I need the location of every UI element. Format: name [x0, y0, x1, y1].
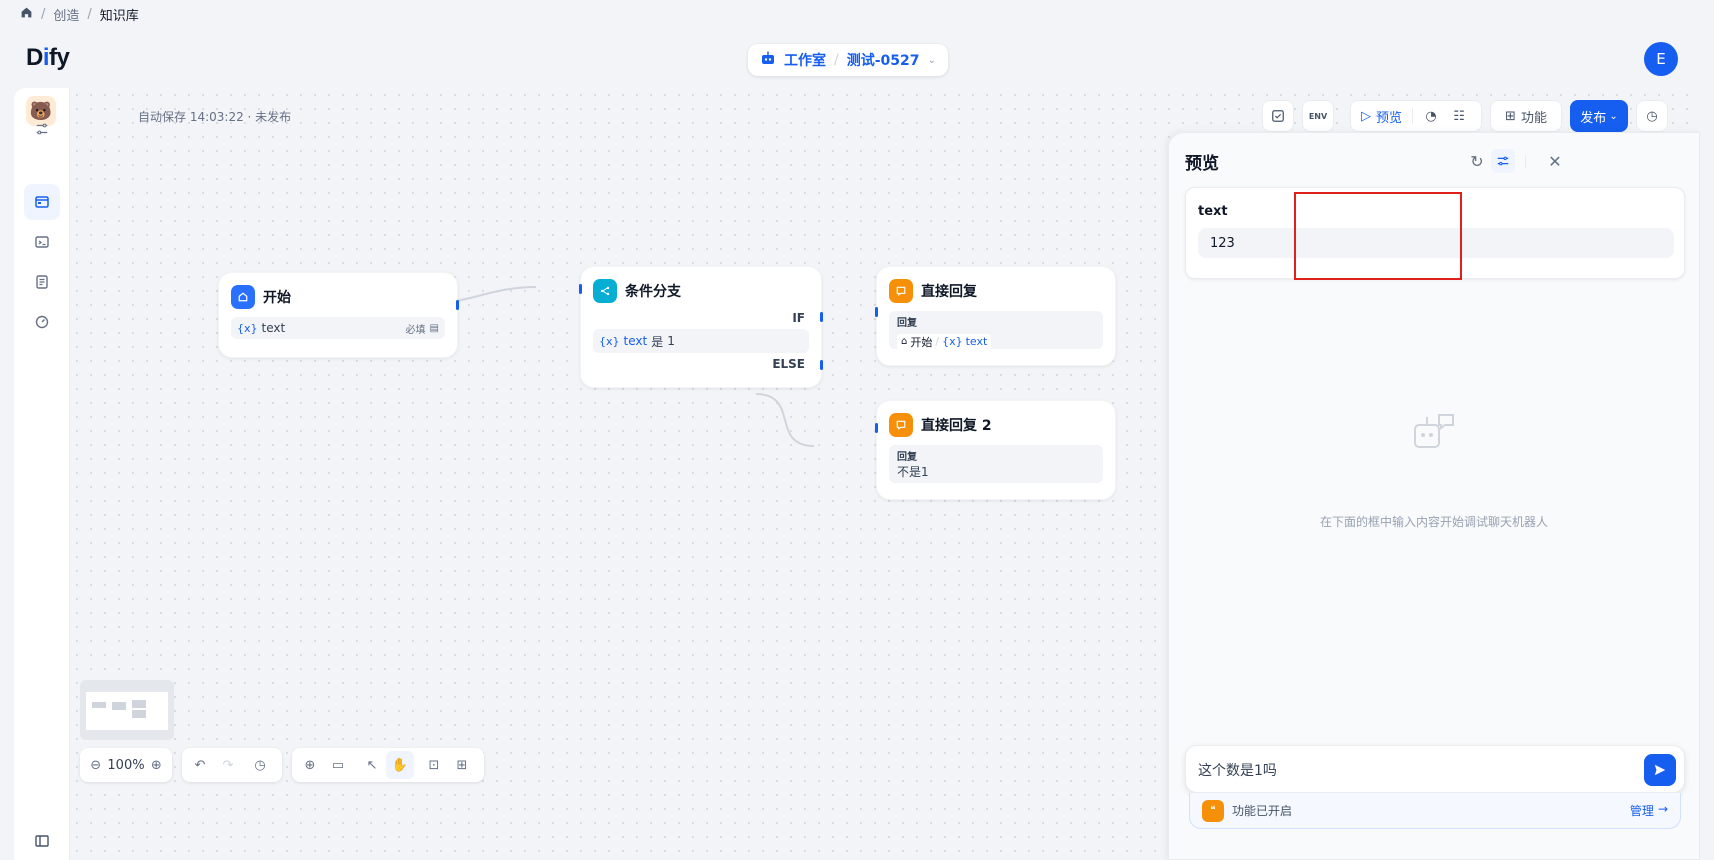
robot-icon — [760, 50, 776, 70]
sidebar-item-monitor[interactable] — [24, 304, 60, 340]
edge-else-answer2 — [755, 393, 815, 447]
canvas-tools: ⊕ ▭ ↖ ✋ ⊡ ⊞ — [292, 748, 484, 782]
avatar[interactable]: E — [1644, 42, 1678, 76]
app-sidebar: 🐻 — [14, 88, 70, 860]
history-controls: ↶ ↷ ◷ — [182, 748, 282, 782]
breadcrumb: / 创造 / 知识库 — [20, 4, 139, 24]
sidebar-toggle-icon[interactable] — [24, 828, 60, 854]
target-handle[interactable] — [579, 284, 582, 294]
redo-icon[interactable]: ↷ — [214, 751, 242, 779]
export-image-icon[interactable]: ⊡ — [420, 751, 448, 779]
if-handle[interactable] — [820, 312, 823, 322]
node-title: 开始 — [263, 290, 291, 306]
send-icon — [1654, 764, 1666, 776]
pointer-icon[interactable]: ↖ — [358, 751, 386, 779]
manage-link[interactable]: 管理 → — [1630, 802, 1668, 819]
checklist-icon[interactable] — [1262, 100, 1294, 132]
file-list-icon — [36, 275, 48, 289]
preview-group: ▷ 预览 ◔ ☷ — [1350, 100, 1482, 132]
dify-logo[interactable]: Dify — [26, 44, 70, 72]
run-history-icon[interactable]: ◔ — [1417, 102, 1445, 130]
zoom-out-icon[interactable]: ⊖ — [84, 751, 107, 779]
node-answer-1[interactable]: 直接回复 回复 ⌂ 开始 / {x} text — [875, 266, 1116, 366]
version-history-icon[interactable]: ◷ — [1636, 100, 1668, 132]
chatbot-icon — [1169, 409, 1699, 455]
send-button[interactable] — [1644, 754, 1676, 786]
branch-icon — [593, 279, 617, 303]
undo-icon[interactable]: ↶ — [186, 751, 214, 779]
node-ifelse[interactable]: 条件分支 IF {x} text 是 1 ELSE — [579, 266, 823, 388]
variable-reference: ⌂ 开始 / {x} text — [897, 333, 992, 350]
node-title: 直接回复 — [921, 284, 977, 300]
node-title: 直接回复 2 — [921, 418, 992, 434]
sidebar-item-api[interactable] — [24, 224, 60, 260]
add-note-icon[interactable]: ▭ — [324, 751, 352, 779]
sidebar-item-logs[interactable] — [24, 264, 60, 300]
preview-title: 预览 — [1185, 154, 1219, 174]
empty-hint: 在下面的框中输入内容开始调试聊天机器人 — [1319, 515, 1548, 529]
answer-content: 回复 ⌂ 开始 / {x} text — [889, 311, 1103, 350]
node-title: 条件分支 — [625, 284, 681, 300]
if-label: IF — [792, 311, 805, 325]
features-button[interactable]: ⊞ 功能 — [1490, 100, 1562, 132]
refresh-icon[interactable]: ↻ — [1465, 149, 1489, 173]
target-handle[interactable] — [875, 423, 878, 433]
features-icon: ⊞ — [1505, 108, 1516, 124]
field-label: text — [1198, 204, 1228, 219]
home-icon — [231, 285, 255, 309]
condition-row: {x} text 是 1 — [593, 329, 809, 353]
arrow-right-icon: → — [1657, 802, 1668, 816]
home-icon: ⌂ — [901, 336, 908, 347]
history-icon[interactable]: ◷ — [246, 751, 274, 779]
zoom-controls: ⊖ 100% ⊕ — [80, 748, 172, 782]
play-icon: ▷ — [1361, 108, 1371, 124]
breadcrumb-item[interactable]: 创造 — [53, 5, 79, 24]
hand-icon[interactable]: ✋ — [386, 751, 414, 779]
variables-toggle-icon[interactable] — [1491, 149, 1515, 173]
answer-icon — [889, 279, 913, 303]
window-icon — [35, 196, 49, 208]
sliders-icon[interactable] — [24, 116, 60, 142]
publish-button[interactable]: 发布 ⌄ — [1570, 100, 1628, 132]
zoom-in-icon[interactable]: ⊕ — [145, 751, 168, 779]
chat-input[interactable] — [1198, 758, 1618, 782]
text-input-icon: ▤ — [429, 322, 439, 334]
chevron-down-icon: ⌄ — [927, 54, 936, 66]
app-switcher[interactable]: 工作室 / 测试-0527 ⌄ — [748, 44, 948, 76]
start-variable: {x} text 必填 ▤ — [231, 317, 445, 339]
zoom-level[interactable]: 100% — [107, 758, 144, 773]
else-handle[interactable] — [820, 360, 823, 370]
chevron-down-icon: ⌄ — [1609, 110, 1618, 122]
terminal-icon — [35, 236, 49, 248]
preview-button[interactable]: ▷ 预览 — [1355, 104, 1408, 128]
source-handle[interactable] — [456, 300, 459, 310]
organize-icon[interactable]: ⊞ — [448, 751, 476, 779]
home-icon[interactable] — [20, 6, 33, 23]
feature-icon: ❝ — [1202, 799, 1224, 822]
close-icon[interactable]: ✕ — [1543, 149, 1567, 173]
add-node-icon[interactable]: ⊕ — [296, 751, 324, 779]
chat-input-box — [1185, 745, 1685, 793]
breadcrumb-current: 知识库 — [99, 8, 139, 24]
node-answer-2[interactable]: 直接回复 2 回复 不是1 — [875, 400, 1116, 500]
studio-link[interactable]: 工作室 — [784, 50, 826, 70]
sidebar-item-orchestrate[interactable] — [24, 184, 60, 220]
else-label: ELSE — [772, 357, 805, 371]
app-name[interactable]: 测试-0527 — [847, 50, 920, 70]
top-toolbar: ENV ▷ 预览 ◔ ☷ ⊞ 功能 发布 ⌄ ◷ — [1262, 100, 1668, 132]
highlight-box — [1294, 192, 1462, 280]
minimap[interactable] — [80, 680, 174, 740]
target-handle[interactable] — [875, 307, 878, 317]
run-list-icon[interactable]: ☷ — [1445, 102, 1473, 130]
dashboard-icon — [35, 315, 49, 329]
env-icon[interactable]: ENV — [1302, 100, 1334, 132]
features-bar: ❝ 功能已开启 管理 → — [1189, 793, 1681, 829]
answer-content: 回复 不是1 — [889, 445, 1103, 483]
answer-icon — [889, 413, 913, 437]
node-start[interactable]: 开始 {x} text 必填 ▤ — [218, 272, 459, 358]
